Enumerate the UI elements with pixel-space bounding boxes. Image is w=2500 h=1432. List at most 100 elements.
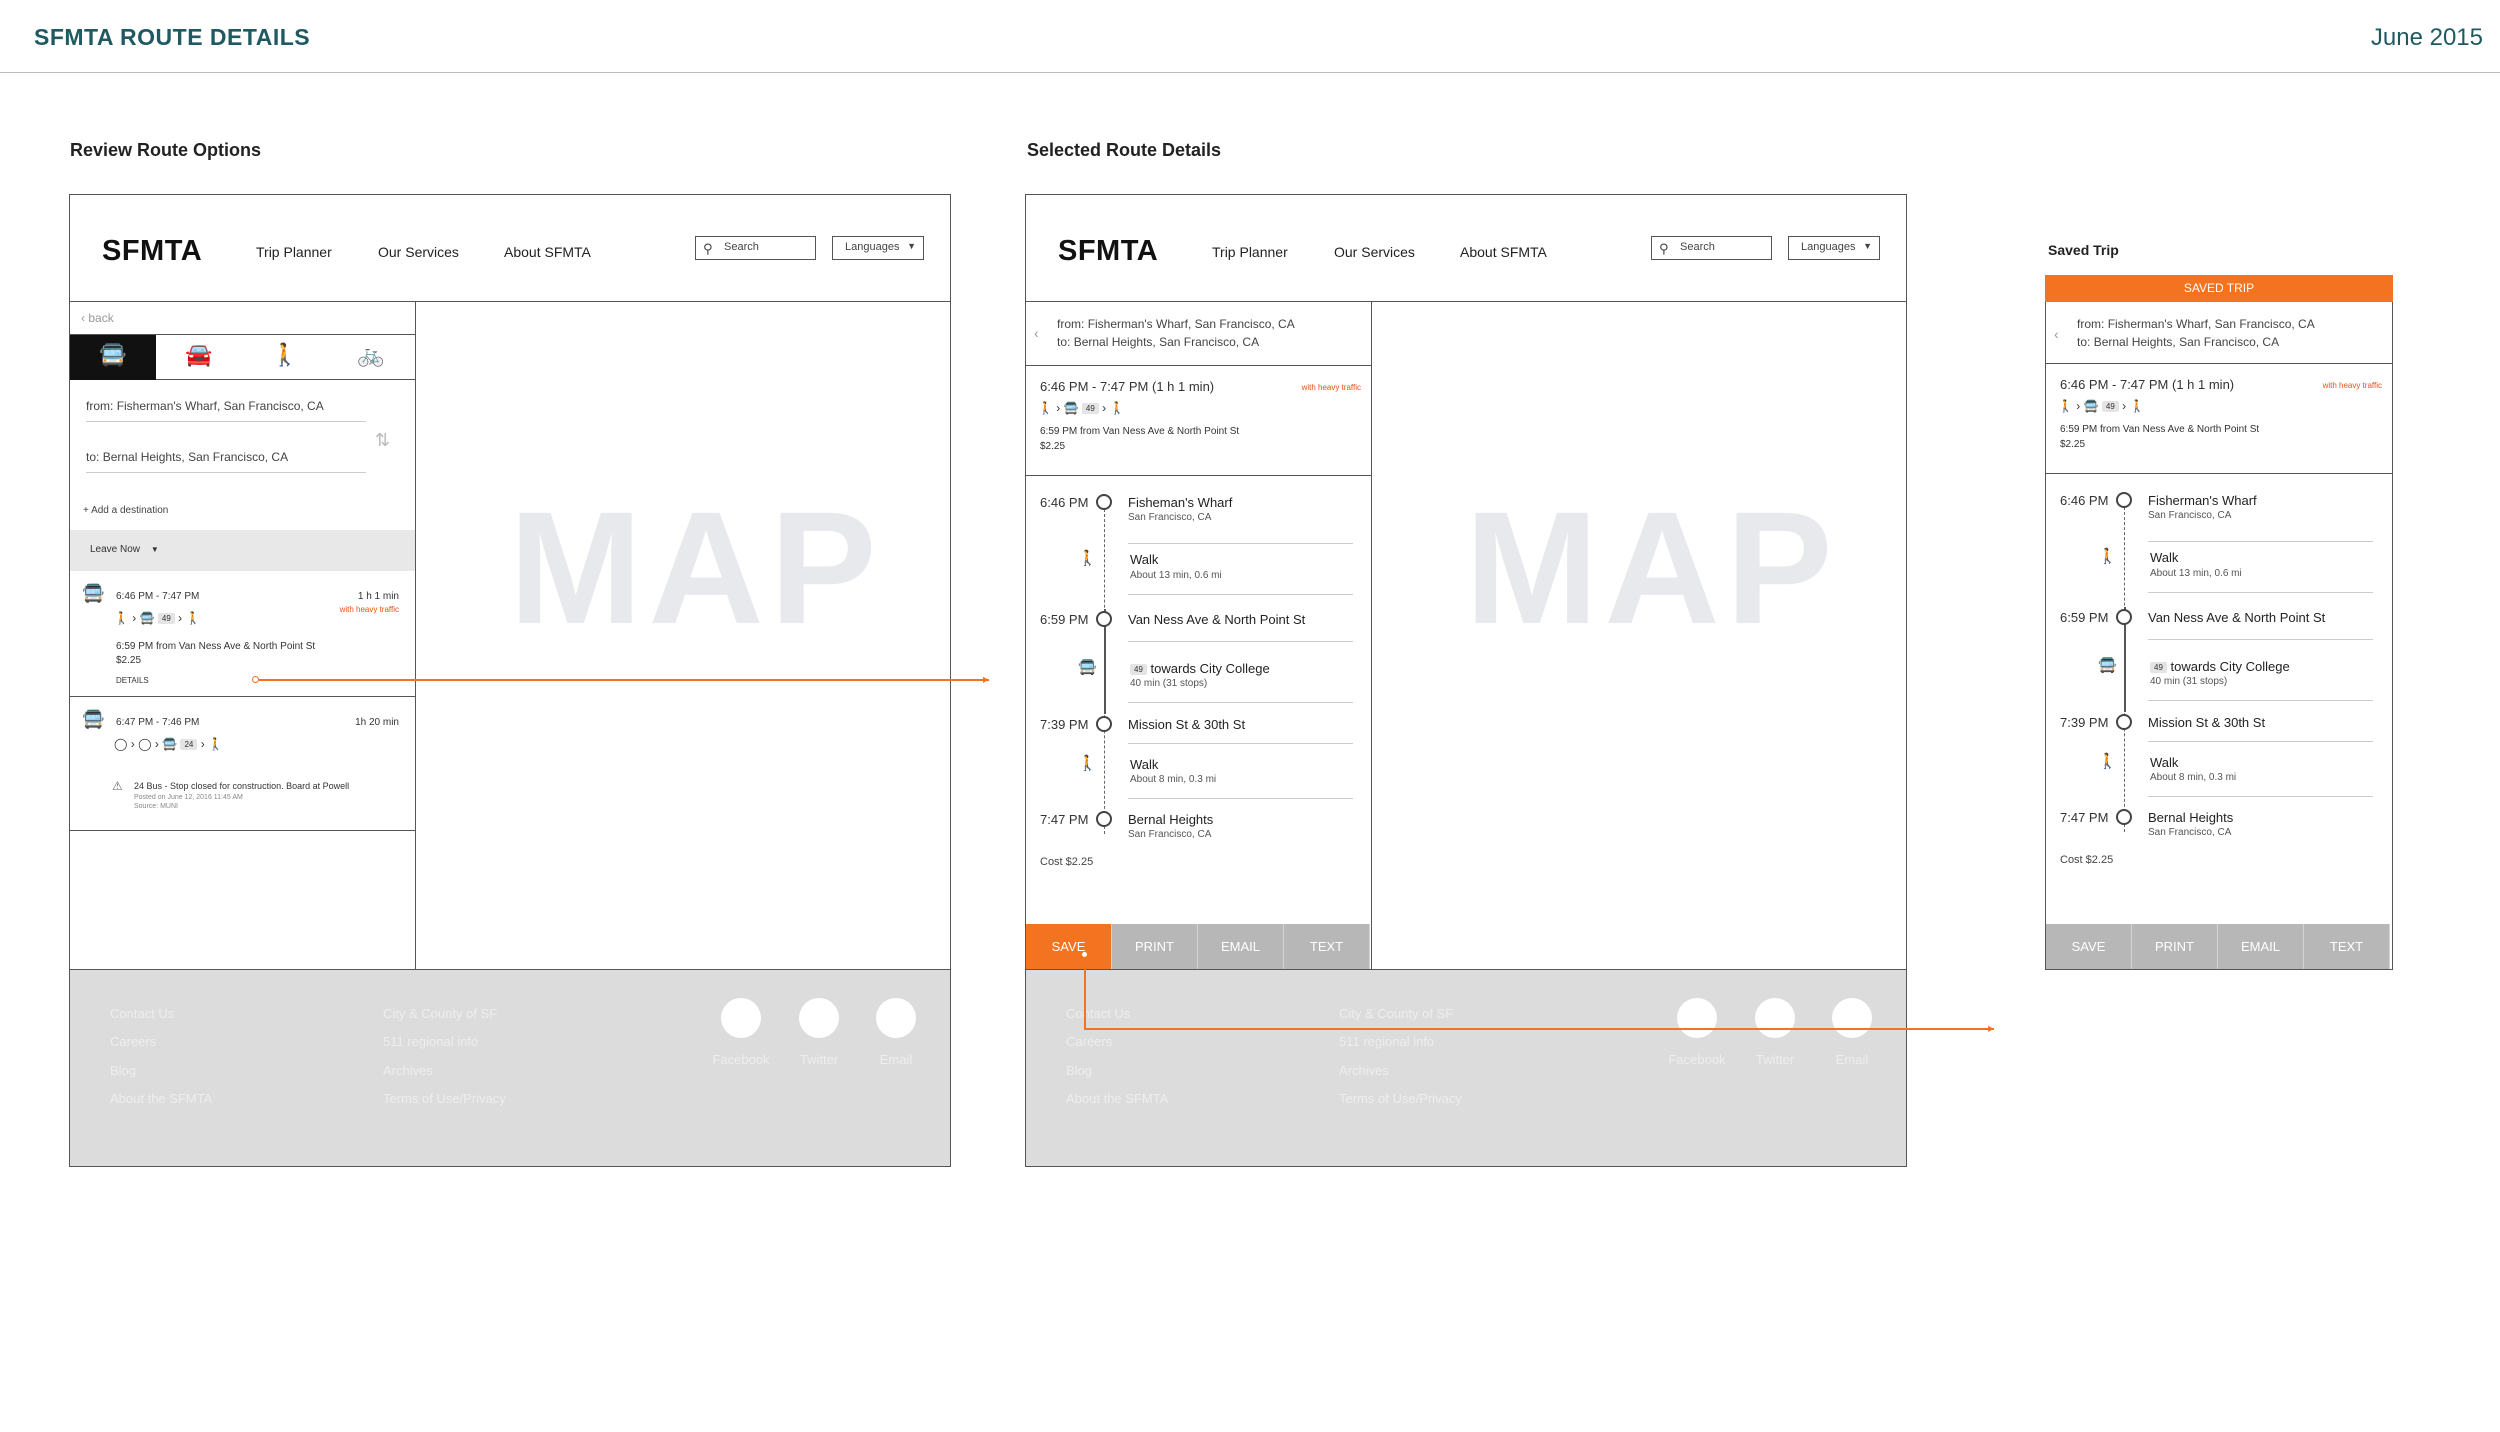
nav-about-sfmta[interactable]: About SFMTA — [504, 244, 591, 260]
section-title-selected: Selected Route Details — [1027, 140, 1222, 160]
footer-link-city[interactable]: City & County of SF — [383, 1006, 497, 1021]
twitter-icon[interactable] — [1755, 998, 1795, 1038]
route-steps: 🚶 › 🚍 49 › 🚶 — [114, 611, 201, 625]
from-to-summary: ‹ from: Fisherman's Wharf, San Francisco… — [1026, 301, 1371, 366]
footer-link-careers[interactable]: Careers — [110, 1034, 156, 1049]
flow-arrow-save-vertical — [1084, 958, 1086, 1029]
separator — [2148, 592, 2373, 593]
mode-bike-tab[interactable]: 🚲 — [328, 335, 414, 380]
print-button[interactable]: PRINT — [1112, 924, 1198, 969]
search-input[interactable]: ⚲ Search — [695, 236, 816, 260]
details-frame: SFMTA Trip Planner Our Services About SF… — [1025, 194, 1907, 1167]
trip-summary: 6:46 PM - 7:47 PM (1 h 1 min) with heavy… — [1026, 366, 1371, 476]
twitter-icon[interactable] — [799, 998, 839, 1038]
save-button[interactable]: SAVE — [1026, 924, 1112, 969]
stop-name: Fisheman's Wharf — [1128, 495, 1233, 510]
save-button[interactable]: SAVE — [2046, 924, 2132, 969]
footer-link-city[interactable]: City & County of SF — [1339, 1006, 1453, 1021]
footer-link-blog[interactable]: Blog — [110, 1063, 136, 1078]
search-icon: ⚲ — [703, 241, 713, 256]
flow-arrow-start — [252, 676, 259, 683]
warning-icon: ⚠ — [112, 779, 123, 793]
footer-link-511[interactable]: 511 regional info — [383, 1034, 478, 1049]
mode-drive-tab[interactable]: 🚘 — [156, 335, 242, 380]
sfmta-logo[interactable]: SFMTA — [1058, 235, 1158, 268]
footer-link-careers[interactable]: Careers — [1066, 1034, 1112, 1049]
footer-link-contact[interactable]: Contact Us — [110, 1006, 174, 1021]
footer-link-blog[interactable]: Blog — [1066, 1063, 1092, 1078]
footer-link-contact[interactable]: Contact Us — [1066, 1006, 1130, 1021]
nav-about-sfmta[interactable]: About SFMTA — [1460, 244, 1547, 260]
print-button[interactable]: PRINT — [2132, 924, 2218, 969]
header-divider — [0, 72, 2500, 73]
footer-link-archives[interactable]: Archives — [1339, 1063, 1389, 1078]
flow-arrow-start — [1081, 951, 1088, 958]
bus-icon: 🚍 — [82, 709, 105, 729]
languages-select[interactable]: Languages ▼ — [832, 236, 924, 260]
sfmta-logo[interactable]: SFMTA — [102, 235, 202, 268]
email-label: Email — [1835, 1052, 1869, 1067]
trip-timeline: 6:46 PM Fisherman's Wharf San Francisco,… — [2046, 474, 2392, 922]
walk-icon: 🚶 — [2098, 548, 2117, 565]
email-button[interactable]: EMAIL — [1198, 924, 1284, 969]
nav-trip-planner[interactable]: Trip Planner — [1212, 244, 1288, 260]
email-icon[interactable] — [876, 998, 916, 1038]
map-area[interactable]: MAP — [1371, 301, 1906, 965]
caret-down-icon: ▼ — [1863, 241, 1872, 251]
footer-link-511[interactable]: 511 regional info — [1339, 1034, 1434, 1049]
saved-trip-banner: SAVED TRIP — [2045, 275, 2393, 302]
trip-actions: SAVE PRINT EMAIL TEXT — [1026, 924, 1371, 969]
stop-marker — [2116, 609, 2132, 625]
route-option-2[interactable]: 🚍 6:47 PM - 7:46 PM 1h 20 min ◯ › ◯ › 🚍 … — [70, 697, 415, 831]
search-input[interactable]: ⚲ Search — [1651, 236, 1772, 260]
mode-walk-tab[interactable]: 🚶 — [242, 335, 328, 380]
mode-transit-tab[interactable]: 🚍 — [70, 335, 156, 380]
trip-summary: 6:46 PM - 7:47 PM (1 h 1 min) with heavy… — [2046, 364, 2392, 474]
facebook-icon[interactable] — [721, 998, 761, 1038]
twitter-label: Twitter — [799, 1052, 839, 1067]
stop-marker — [2116, 714, 2132, 730]
nav-our-services[interactable]: Our Services — [378, 244, 459, 260]
separator — [2148, 741, 2373, 742]
footer-link-about[interactable]: About the SFMTA — [110, 1091, 212, 1106]
nav-our-services[interactable]: Our Services — [1334, 244, 1415, 260]
walk-icon: 🚶 — [1078, 550, 1097, 567]
footer-link-archives[interactable]: Archives — [383, 1063, 433, 1078]
cost-label: Cost $2.25 — [1040, 856, 1094, 868]
add-destination-link[interactable]: + Add a destination — [83, 505, 168, 516]
leave-now-select[interactable]: Leave Now ▼ — [70, 530, 415, 571]
separator — [1128, 641, 1353, 642]
text-button[interactable]: TEXT — [1284, 924, 1370, 969]
map-area[interactable]: MAP — [415, 301, 950, 965]
section-title-saved: Saved Trip — [2048, 242, 2119, 258]
stop-marker — [2116, 492, 2132, 508]
chevron-left-icon[interactable]: ‹ — [2054, 326, 2059, 342]
facebook-icon[interactable] — [1677, 998, 1717, 1038]
email-icon[interactable] — [1832, 998, 1872, 1038]
chevron-left-icon[interactable]: ‹ — [1034, 325, 1039, 341]
footer-link-about[interactable]: About the SFMTA — [1066, 1091, 1168, 1106]
map-placeholder-label: MAP — [1465, 478, 1839, 657]
stop-name: Bernal Heights — [1128, 812, 1214, 827]
stop-name: Mission St & 30th St — [2148, 715, 2266, 730]
back-link[interactable]: ‹ back — [70, 301, 415, 335]
separator — [2148, 796, 2373, 797]
footer-link-terms[interactable]: Terms of Use/Privacy — [1339, 1091, 1462, 1106]
details-link[interactable]: DETAILS — [116, 676, 149, 685]
site-footer: Contact Us Careers Blog About the SFMTA … — [70, 969, 950, 1166]
search-icon: ⚲ — [1659, 241, 1669, 256]
mode-tabs: 🚍 🚘 🚶 🚲 — [70, 335, 415, 380]
languages-select[interactable]: Languages ▼ — [1788, 236, 1880, 260]
from-field[interactable]: from: Fisherman's Wharf, San Francisco, … — [86, 399, 366, 422]
bus-icon: 🚍 — [1078, 659, 1097, 676]
to-field[interactable]: to: Bernal Heights, San Francisco, CA — [86, 450, 366, 473]
arrow-head-icon: ▸ — [983, 672, 990, 686]
nav-trip-planner[interactable]: Trip Planner — [256, 244, 332, 260]
text-button[interactable]: TEXT — [2304, 924, 2390, 969]
stop-marker — [1096, 811, 1112, 827]
route-steps: ◯ › ◯ › 🚍 24 › 🚶 — [114, 737, 223, 751]
email-button[interactable]: EMAIL — [2218, 924, 2304, 969]
from-to-form: from: Fisherman's Wharf, San Francisco, … — [70, 380, 415, 530]
footer-link-terms[interactable]: Terms of Use/Privacy — [383, 1091, 506, 1106]
swap-icon[interactable]: ⇅ — [375, 430, 390, 451]
